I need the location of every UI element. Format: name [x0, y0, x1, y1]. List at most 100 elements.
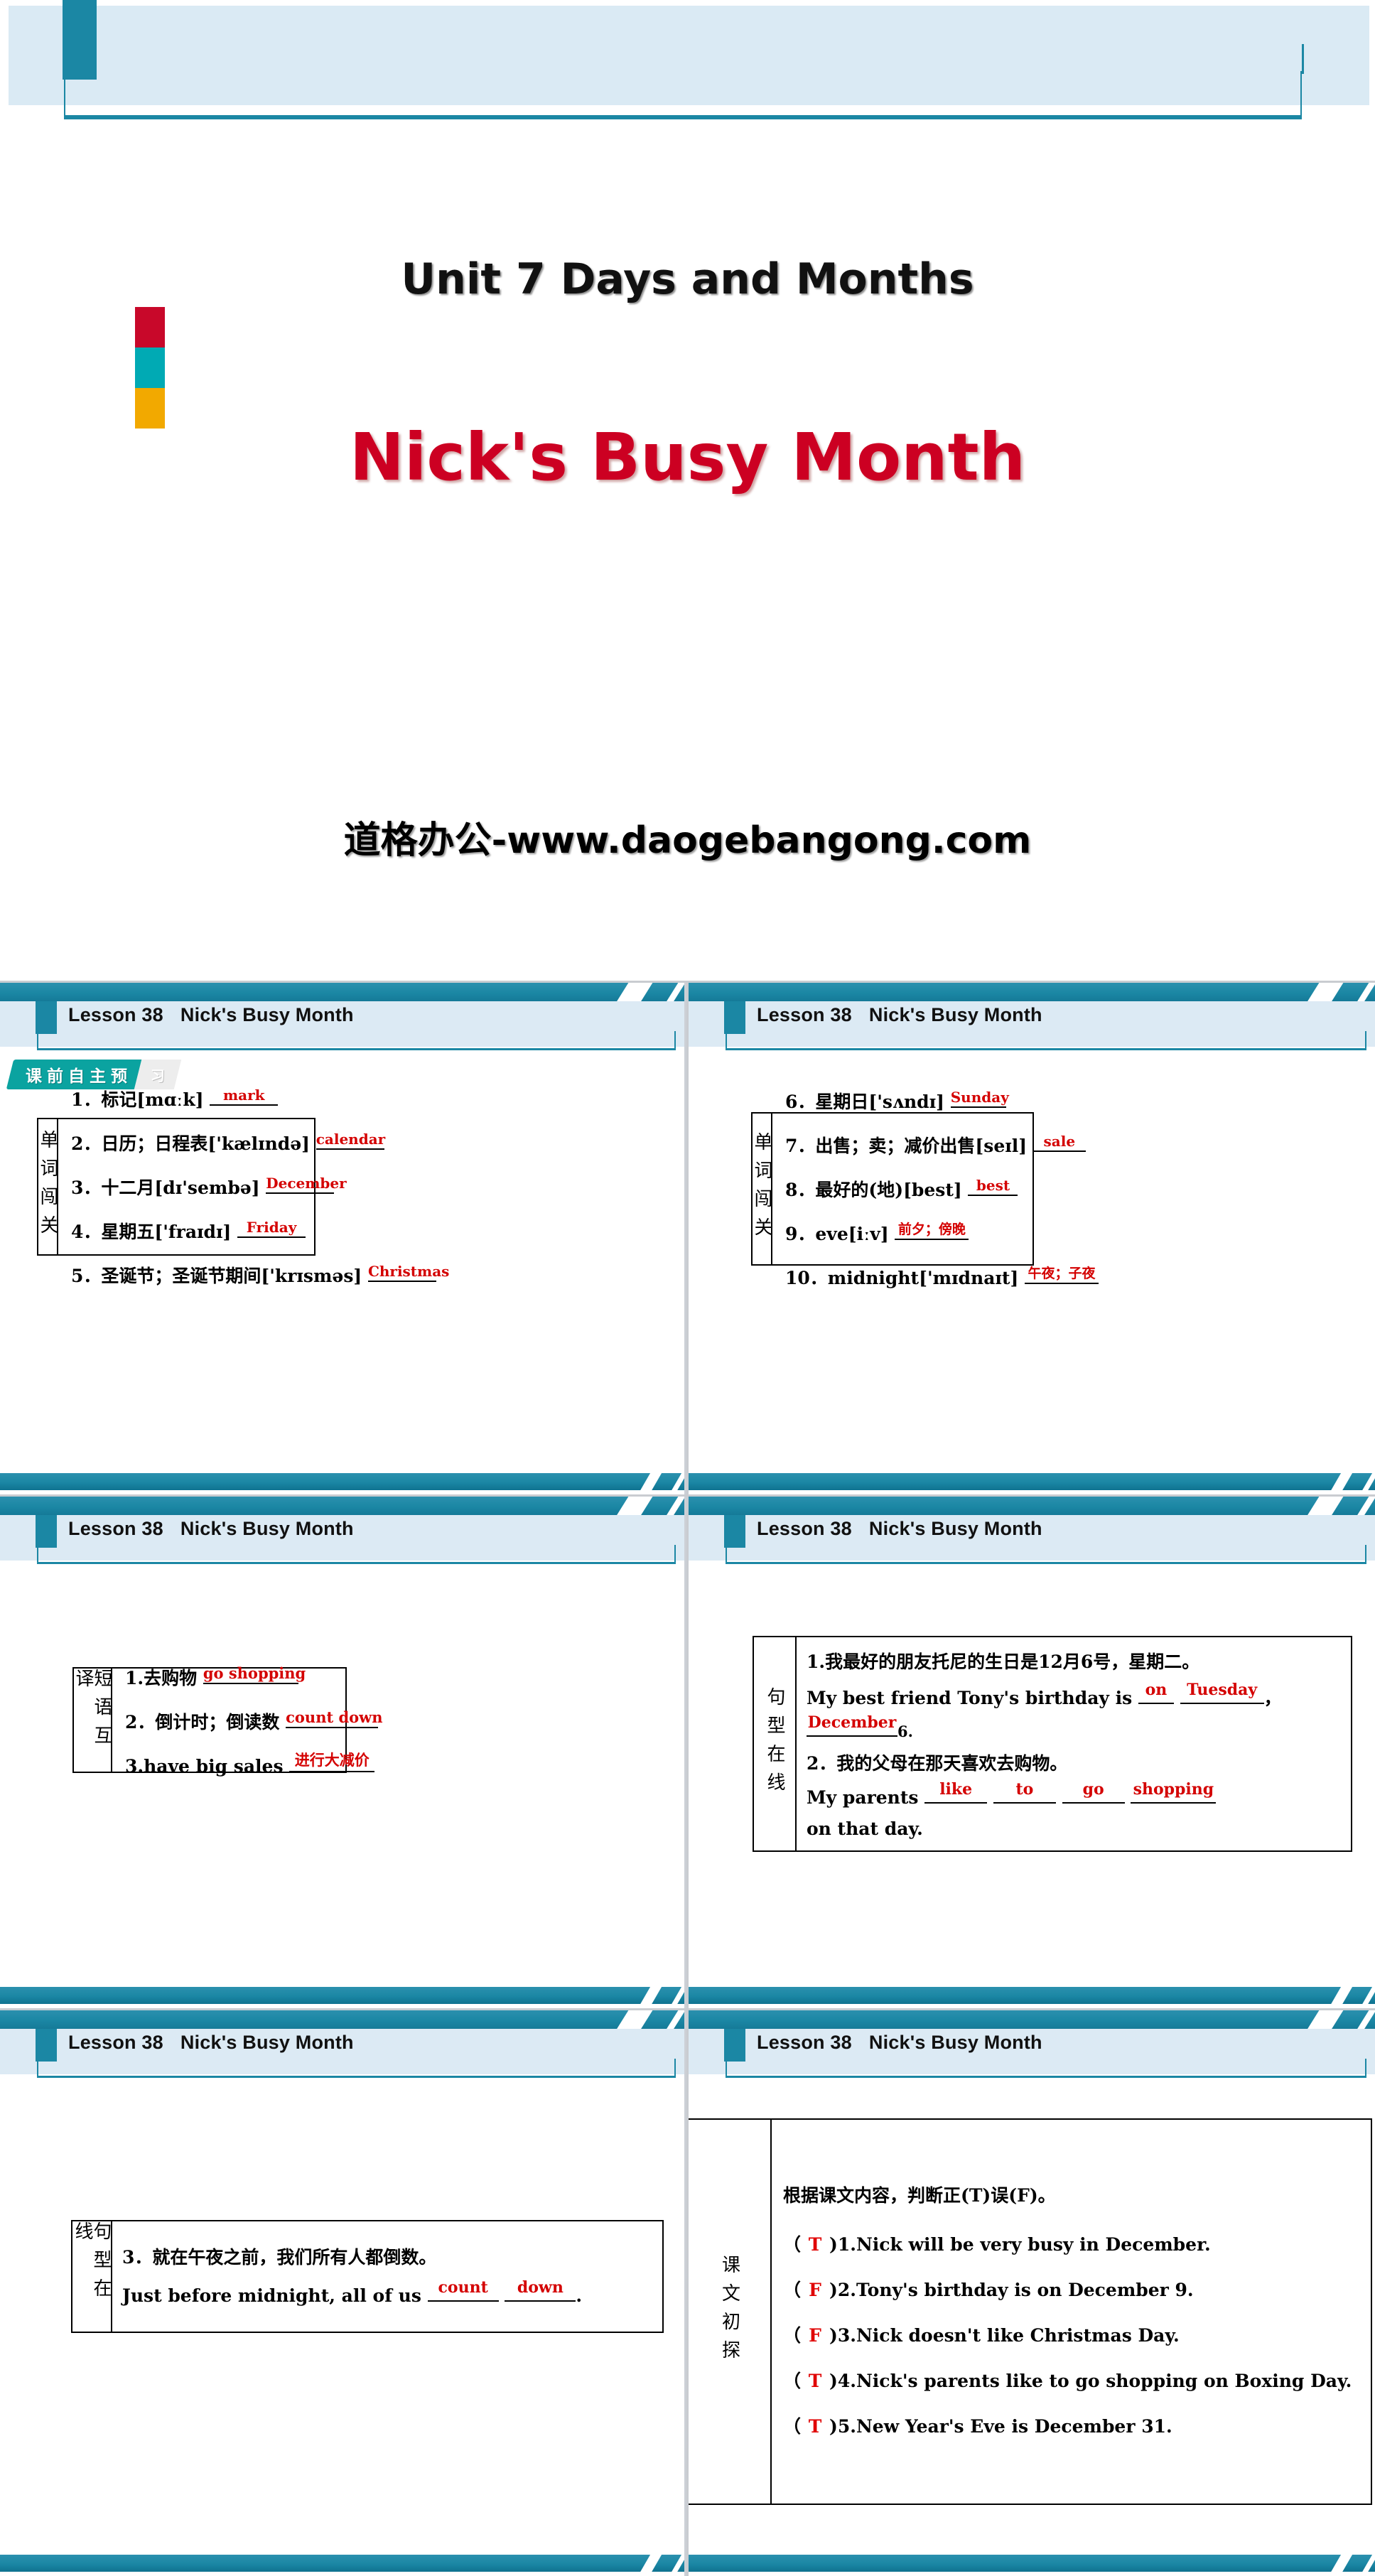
lesson-header-title: Lesson 38 Nick's Busy Month — [68, 1518, 354, 1540]
page-title: Nick's Busy Month — [349, 419, 1026, 495]
header-frame — [37, 1031, 676, 1050]
bottombar-slash-icon — [1327, 1983, 1354, 2008]
slide-topbar — [0, 2010, 684, 2036]
table-row: 9．eve[iːv] 前夕；傍晚 — [785, 1220, 1099, 1246]
header-tab — [36, 2029, 57, 2062]
sentence-table-2: 句型在线 3．就在午夜之前，我们所有人都倒数。 Just before midn… — [71, 2220, 664, 2333]
table-row: 10．midnight['mɪdnaɪt] 午夜；子夜 — [785, 1264, 1099, 1290]
lesson-number: Lesson 38 — [68, 2032, 163, 2053]
header-tab — [724, 2029, 745, 2062]
slide-phrases: Lesson 38 Nick's Busy Month 短语互译 1.去购物 go… — [0, 1497, 684, 2008]
answer-mark: T — [808, 2370, 822, 2391]
answer-blank: like — [924, 1780, 988, 1804]
answer-blank: Sunday — [950, 1088, 1009, 1108]
table-row: 6．星期日['sʌndɪ] Sunday — [785, 1088, 1009, 1112]
paren-open: （ — [783, 2324, 802, 2346]
preclass-badge-tail: 习 — [151, 1067, 165, 1084]
preclass-badge-label: 课前自主预 — [26, 1067, 132, 1086]
slide-sentences-2: Lesson 38 Nick's Busy Month 句型在线 3．就在午夜之前… — [0, 2010, 684, 2576]
color-chips — [135, 307, 165, 429]
slide-bottombar — [689, 1470, 1375, 1494]
sentence-en-cont: December 6. — [807, 1713, 913, 1740]
slide-header: Lesson 38 Nick's Busy Month — [0, 1515, 684, 1564]
paren-open: （ — [783, 2233, 802, 2255]
slide-header: Lesson 38 Nick's Busy Month — [689, 2029, 1375, 2078]
slide-header: Lesson 38 Nick's Busy Month — [0, 2029, 684, 2078]
header-frame — [726, 1031, 1366, 1050]
answer-blank: go — [1062, 1780, 1125, 1804]
lesson-name: Nick's Busy Month — [868, 2032, 1042, 2053]
sentence-cn: 1.我最好的朋友托尼的生日是12月6号，星期二。 — [807, 1651, 1200, 1672]
answer-blank: 进行大减价 — [289, 1751, 375, 1772]
presentation-page: Unit 7 Days and Months Nick's Busy Month… — [0, 0, 1375, 2576]
phrase-table: 短语互译 1.去购物 go shopping 2．倒计时；倒读数 count d… — [72, 1664, 383, 1777]
bottombar-slash-icon — [668, 2551, 684, 2576]
bottombar-slash-icon — [668, 1470, 684, 1494]
truefalse-item: （ T)1.Nick will be very busy in December. — [783, 2231, 1359, 2256]
lesson-header-title: Lesson 38 Nick's Busy Month — [68, 2032, 354, 2054]
answer-blank: Christmas — [367, 1262, 449, 1282]
answer-blank: count down — [286, 1708, 383, 1728]
grid-horizontal-separator — [0, 2008, 1375, 2010]
slide-bottombar — [0, 2551, 684, 2576]
instruction-text: 根据课文内容，判断正(T)误(F)。 — [783, 2185, 1056, 2206]
table-body: 根据课文内容，判断正(T)误(F)。 （ T)1.Nick will be ver… — [772, 2120, 1371, 2504]
truefalse-table: 课文初探 根据课文内容，判断正(T)误(F)。 （ T)1.Nick will b… — [689, 2118, 1372, 2505]
table-row: 2．日历；日程表['kælɪndə] calendar — [71, 1130, 386, 1154]
title-banner-tab — [63, 0, 97, 80]
lesson-name: Nick's Busy Month — [868, 1518, 1042, 1539]
lesson-name: Nick's Busy Month — [868, 1004, 1042, 1025]
slide-topbar — [689, 2010, 1375, 2036]
answer-blank: 午夜；子夜 — [1025, 1264, 1099, 1284]
slide-bottombar — [0, 1470, 684, 1494]
answer-blank: calendar — [316, 1130, 385, 1150]
vocab-table-1: 单词闯关 1．标记[mɑːk] mark 2．日历；日程表['kælɪndə] … — [37, 1087, 449, 1286]
unit-title: Unit 7 Days and Months — [401, 254, 974, 304]
watermark-text: 道格办公-www.daogebangong.com — [343, 819, 1032, 862]
sentence-en-2-cont: on that day. — [807, 1818, 923, 1839]
table-row: 7．出售；卖；减价出售[seɪl] sale — [785, 1132, 1099, 1158]
answer-blank: December — [266, 1174, 347, 1194]
answer-mark: T — [808, 2233, 822, 2255]
answer-mark: T — [808, 2415, 822, 2437]
table-label: 句型在线 — [754, 1637, 797, 1850]
truefalse-item: （ T )5.New Year's Eve is December 31. — [783, 2413, 1359, 2438]
item-text: )3.Nick doesn't like Christmas Day. — [829, 2324, 1180, 2346]
answer-blank: best — [968, 1176, 1018, 1196]
answer-blank: 前夕；傍晚 — [895, 1220, 969, 1240]
table-label: 短语互译 — [72, 1669, 112, 1772]
title-banner-right-stroke — [1302, 44, 1304, 74]
answer-blank: count — [427, 2278, 499, 2302]
paren-open: （ — [783, 2415, 802, 2437]
bottombar-slash-icon — [1359, 2551, 1375, 2576]
bottombar-slash-icon — [637, 2551, 664, 2576]
answer-blank: down — [505, 2278, 576, 2302]
answer-blank: go shopping — [203, 1664, 306, 1684]
bottombar-slash-icon — [1359, 1983, 1375, 2008]
lesson-number: Lesson 38 — [757, 1004, 852, 1025]
slide-vocab-2: Lesson 38 Nick's Busy Month 单词闯关 6．星期日['s… — [689, 983, 1375, 1494]
paren-open: （ — [783, 2370, 802, 2391]
lesson-name: Nick's Busy Month — [180, 2032, 354, 2053]
grid-horizontal-separator — [0, 1494, 1375, 1497]
truefalse-item: （ F)3.Nick doesn't like Christmas Day. — [783, 2322, 1359, 2347]
lesson-header-title: Lesson 38 Nick's Busy Month — [757, 1518, 1042, 1540]
table-body: 3．就在午夜之前，我们所有人都倒数。 Just before midnight,… — [112, 2221, 662, 2332]
table-row: 2．倒计时；倒读数 count down — [125, 1708, 383, 1732]
lesson-name: Nick's Busy Month — [180, 1004, 354, 1025]
sentence-cn-2: 2．我的父母在那天喜欢去购物。 — [807, 1752, 1068, 1774]
table-label: 单词闯关 — [37, 1119, 58, 1254]
truefalse-item: （ T)4.Nick's parents like to go shopping … — [783, 2367, 1359, 2393]
header-frame — [726, 2059, 1366, 2078]
bottombar-slash-icon — [1359, 1470, 1375, 1494]
table-row: 8．最好的(地)[best] best — [785, 1176, 1099, 1202]
table-body: 6．星期日['sʌndɪ] Sunday 7．出售；卖；减价出售[seɪl] s… — [772, 1089, 1111, 1288]
header-tab — [36, 1515, 57, 1548]
item-text: )5.New Year's Eve is December 31. — [829, 2415, 1172, 2437]
slide-topbar — [0, 1497, 684, 1522]
slide-bottombar — [0, 1983, 684, 2008]
color-chip-teal — [135, 347, 165, 388]
sentence-en: My best friend Tony's birthday is on Tue… — [807, 1680, 1282, 1708]
answer-blank: Friday — [237, 1218, 306, 1238]
slide-truefalse: Lesson 38 Nick's Busy Month 课文初探 根据课文内容，判… — [689, 2010, 1375, 2576]
